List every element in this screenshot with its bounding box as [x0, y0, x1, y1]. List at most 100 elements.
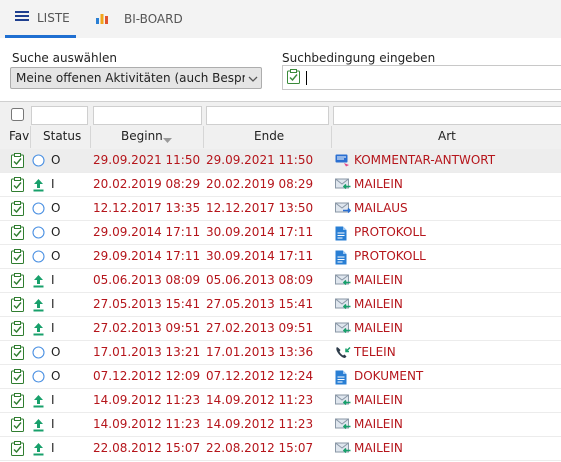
table-row[interactable]: O 29.09.2021 11:50 29.09.2021 11:50 KOMM… — [0, 149, 561, 173]
favorite-clipboard-icon[interactable] — [11, 225, 24, 243]
search-select[interactable]: Meine offenen Aktivitäten (auch Besprec.… — [10, 67, 262, 89]
end-date: 27.05.2013 15:41 — [206, 297, 314, 311]
favorite-clipboard-icon[interactable] — [11, 153, 24, 171]
end-date: 20.02.2019 08:29 — [206, 177, 314, 191]
mail-in-icon — [335, 322, 351, 337]
document-icon — [335, 370, 347, 388]
art-type: MAILAUS — [354, 201, 408, 215]
open-circle-icon — [32, 250, 45, 266]
grid-header: Fav Status Beginn Ende Art — [0, 101, 561, 150]
begin-date: 22.08.2012 15:07 — [93, 441, 201, 455]
art-type: PROTOKOLL — [354, 249, 426, 263]
filter-status[interactable] — [31, 106, 88, 125]
status-code: I — [51, 273, 55, 287]
table-row[interactable]: O 29.09.2014 17:11 30.09.2014 17:11 PROT… — [0, 221, 561, 245]
status-code: O — [51, 249, 61, 263]
begin-date: 27.05.2013 15:41 — [93, 297, 201, 311]
table-row[interactable]: I 20.02.2019 08:29 20.02.2019 08:29 MAIL… — [0, 173, 561, 197]
begin-date: 05.06.2013 08:09 — [93, 273, 201, 287]
status-code: I — [51, 393, 55, 407]
upload-arrow-icon — [32, 274, 45, 291]
begin-date: 14.09.2012 11:23 — [93, 417, 201, 431]
mail-out-icon — [335, 202, 352, 217]
end-date: 30.09.2014 17:11 — [206, 249, 314, 263]
filter-begin[interactable] — [93, 106, 202, 125]
mail-in-icon — [335, 274, 351, 289]
open-circle-icon — [32, 370, 45, 386]
mail-in-icon — [335, 178, 351, 193]
favorite-clipboard-icon[interactable] — [11, 345, 24, 363]
table-row[interactable]: O 29.09.2014 17:11 30.09.2014 17:11 PROT… — [0, 245, 561, 269]
search-select-value: Meine offenen Aktivitäten (auch Besprec.… — [16, 71, 245, 85]
status-code: I — [51, 417, 55, 431]
column-header-begin[interactable]: Beginn — [121, 129, 163, 143]
filter-end[interactable] — [206, 106, 329, 125]
table-row[interactable]: I 14.09.2012 11:23 14.09.2012 11:23 MAIL… — [0, 413, 561, 437]
art-type: MAILEIN — [354, 297, 403, 311]
end-date: 14.09.2012 11:23 — [206, 417, 314, 431]
end-date: 12.12.2017 13:50 — [206, 201, 314, 215]
column-divider — [90, 126, 91, 148]
condition-input[interactable] — [282, 65, 561, 90]
status-code: O — [51, 201, 61, 215]
open-circle-icon — [32, 346, 45, 362]
upload-arrow-icon — [32, 418, 45, 435]
status-code: O — [51, 369, 61, 383]
table-row[interactable]: I 14.09.2012 11:23 14.09.2012 11:23 MAIL… — [0, 389, 561, 413]
favorite-clipboard-icon[interactable] — [11, 393, 24, 411]
table-row[interactable]: I 27.05.2013 15:41 27.05.2013 15:41 MAIL… — [0, 293, 561, 317]
begin-date: 27.02.2013 09:51 — [93, 321, 201, 335]
table-row[interactable]: I 27.02.2013 09:51 27.02.2013 09:51 MAIL… — [0, 317, 561, 341]
art-type: TELEIN — [354, 345, 396, 359]
upload-arrow-icon — [32, 322, 45, 339]
phone-in-icon — [335, 346, 351, 363]
status-code: O — [51, 153, 61, 167]
end-date: 29.09.2021 11:50 — [206, 153, 314, 167]
favorite-clipboard-icon[interactable] — [11, 417, 24, 435]
table-row[interactable]: O 17.01.2013 13:21 17.01.2013 13:36 TELE… — [0, 341, 561, 365]
column-header-fav[interactable]: Fav — [9, 129, 29, 143]
column-header-end[interactable]: Ende — [254, 129, 284, 143]
open-circle-icon — [32, 202, 45, 218]
table-row[interactable]: I 05.06.2013 08:09 05.06.2013 08:09 MAIL… — [0, 269, 561, 293]
select-all-checkbox[interactable] — [11, 108, 24, 124]
column-divider — [30, 126, 31, 148]
favorite-clipboard-icon[interactable] — [11, 297, 24, 315]
filter-art[interactable] — [333, 106, 561, 125]
upload-arrow-icon — [32, 178, 45, 195]
open-circle-icon — [32, 154, 45, 170]
table-row[interactable]: O 07.12.2012 12:09 07.12.2012 12:24 DOKU… — [0, 365, 561, 389]
favorite-clipboard-icon[interactable] — [11, 321, 24, 339]
end-date: 14.09.2012 11:23 — [206, 393, 314, 407]
tab-liste[interactable]: LISTE — [5, 0, 76, 38]
status-code: I — [51, 177, 55, 191]
table-row[interactable]: O 12.12.2017 13:35 12.12.2017 13:50 MAIL… — [0, 197, 561, 221]
document-icon — [335, 226, 347, 244]
art-type: MAILEIN — [354, 393, 403, 407]
table-row[interactable]: I 22.08.2012 15:07 22.08.2012 15:07 MAIL… — [0, 437, 561, 461]
favorite-clipboard-icon[interactable] — [11, 201, 24, 219]
art-type: KOMMENTAR-ANTWORT — [354, 153, 496, 167]
end-date: 27.02.2013 09:51 — [206, 321, 314, 335]
mail-in-icon — [335, 442, 351, 457]
tab-bar: LISTE BI-BOARD — [0, 0, 561, 38]
favorite-clipboard-icon[interactable] — [11, 369, 24, 387]
end-date: 05.06.2013 08:09 — [206, 273, 314, 287]
favorite-clipboard-icon[interactable] — [11, 441, 24, 459]
favorite-clipboard-icon[interactable] — [11, 177, 24, 195]
art-type: MAILEIN — [354, 177, 403, 191]
column-header-art[interactable]: Art — [438, 129, 456, 143]
favorite-clipboard-icon[interactable] — [11, 273, 24, 291]
column-header-status[interactable]: Status — [43, 129, 81, 143]
favorite-clipboard-icon[interactable] — [11, 249, 24, 267]
comment-reply-icon — [335, 154, 350, 170]
upload-arrow-icon — [32, 394, 45, 411]
open-circle-icon — [32, 226, 45, 242]
mail-in-icon — [335, 298, 351, 313]
status-code: O — [51, 345, 61, 359]
status-code: I — [51, 321, 55, 335]
art-type: PROTOKOLL — [354, 225, 426, 239]
tab-bi-board[interactable]: BI-BOARD — [96, 0, 183, 38]
upload-arrow-icon — [32, 442, 45, 459]
begin-date: 29.09.2014 17:11 — [93, 225, 201, 239]
